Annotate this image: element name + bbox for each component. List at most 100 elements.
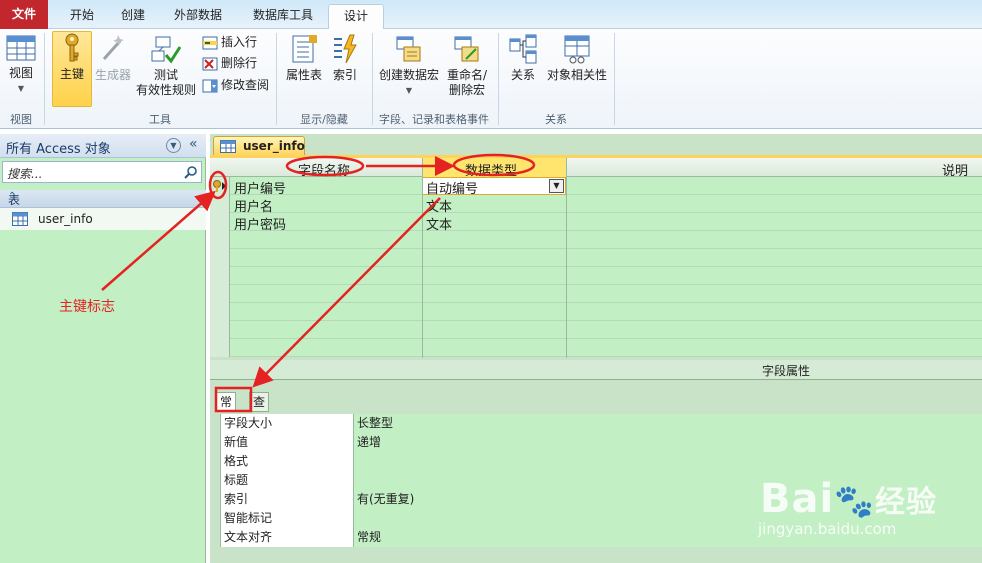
row-selector[interactable]	[210, 321, 230, 339]
group-separator	[498, 33, 499, 125]
table-row-empty[interactable]	[210, 249, 982, 267]
row-selector[interactable]	[210, 195, 230, 213]
tab-home[interactable]: 开始	[58, 4, 106, 29]
rename-macro-label-line2: 删除宏	[448, 83, 485, 97]
tab-design[interactable]: 设计	[328, 4, 384, 30]
modify-lookup-button[interactable]: 修改查阅	[202, 75, 269, 95]
group-separator	[614, 33, 615, 125]
row-selector[interactable]	[210, 285, 230, 303]
delete-row-button[interactable]: 删除行	[202, 53, 257, 73]
validation-check-icon	[151, 36, 182, 64]
design-grid-header: 字段名称 数据类型 说明	[210, 158, 982, 179]
group-label-views: 视图	[10, 113, 32, 126]
property-name: 智能标记	[220, 509, 354, 528]
document-tab-user-info[interactable]: user_info	[213, 136, 305, 156]
table-icon	[220, 140, 236, 153]
property-sheet-label: 属性表	[285, 68, 322, 82]
create-data-macro-button[interactable]: 创建数据宏 ▼	[376, 33, 442, 103]
table-row-empty[interactable]	[210, 267, 982, 285]
row-selector[interactable]	[210, 339, 230, 357]
indexes-label: 索引	[332, 68, 357, 82]
property-row[interactable]: 字段大小 长整型	[220, 414, 982, 433]
nav-header: 所有 Access 对象 ▼ «	[0, 134, 206, 158]
relationships-icon	[509, 34, 537, 64]
property-row[interactable]: 新值 递增	[220, 433, 982, 452]
group-label-relationships: 关系	[545, 113, 567, 126]
tab-file[interactable]: 文件	[0, 0, 48, 29]
property-row[interactable]: 格式	[220, 452, 982, 471]
tab-lookup[interactable]: 查阅	[249, 392, 270, 427]
delete-row-icon	[202, 57, 218, 70]
table-row-empty[interactable]	[210, 231, 982, 249]
watermark-brand-tail: 经验	[875, 485, 938, 520]
group-label-field-events: 字段、记录和表格事件	[379, 113, 489, 126]
annotation-primary-key-label: 主键标志	[59, 299, 115, 315]
table-row-empty[interactable]	[210, 339, 982, 357]
property-value[interactable]: 递增	[354, 433, 982, 452]
object-dependencies-label: 对象相关性	[546, 68, 607, 82]
collapse-pane-icon[interactable]: «	[189, 136, 198, 152]
indexes-button[interactable]: 索引	[328, 33, 362, 93]
nav-search-input[interactable]: 搜索...	[2, 161, 202, 183]
data-type-dropdown-button[interactable]: ▼	[549, 179, 564, 193]
insert-row-button[interactable]: 插入行	[202, 32, 257, 52]
relationships-label: 关系	[510, 68, 535, 82]
object-dependencies-icon	[564, 35, 590, 64]
key-icon	[65, 33, 79, 62]
property-sheet-icon	[292, 35, 317, 63]
table-row-empty[interactable]	[210, 321, 982, 339]
tab-database-tools[interactable]: 数据库工具	[240, 4, 326, 29]
nav-menu-chevron-icon[interactable]: ▼	[166, 138, 181, 153]
rename-delete-macro-button[interactable]: 重命名/ 删除宏	[444, 33, 490, 103]
rename-macro-icon	[454, 36, 479, 62]
property-name: 新值	[220, 433, 354, 452]
watermark-brand: Bai	[760, 476, 835, 522]
primary-key-button[interactable]: 主键	[52, 31, 92, 107]
row-selector[interactable]	[210, 303, 230, 321]
row-selector[interactable]	[210, 231, 230, 249]
watermark-url: jingyan.baidu.com	[758, 520, 897, 538]
nav-title[interactable]: 所有 Access 对象	[6, 138, 111, 157]
tab-external-data[interactable]: 外部数据	[162, 4, 234, 29]
modify-lookup-label: 修改查阅	[221, 78, 270, 92]
nav-search-placeholder: 搜索...	[7, 167, 43, 181]
row-selector[interactable]	[210, 213, 230, 231]
group-separator	[276, 33, 277, 125]
ribbon: 视图 ▼ 视图 主键 生成器 测试 有效性规则 插入行 删除行 修改查阅 工具 …	[0, 29, 982, 129]
column-divider	[422, 158, 423, 358]
primary-key-marker-icon	[213, 180, 226, 192]
table-row[interactable]: 用户密码 文本	[210, 213, 982, 233]
property-sheet-button[interactable]: 属性表	[282, 33, 326, 93]
view-label: 视图	[8, 66, 33, 80]
tab-create[interactable]: 创建	[110, 4, 156, 29]
property-value[interactable]: 长整型	[354, 414, 982, 433]
delete-row-label: 删除行	[221, 56, 258, 70]
table-row-empty[interactable]	[210, 285, 982, 303]
view-button[interactable]: 视图 ▼	[2, 33, 40, 97]
nav-item-label: user_info	[38, 212, 93, 226]
paw-icon: 🐾	[834, 482, 876, 520]
nav-group-tables[interactable]: 表 ⌃	[0, 190, 206, 208]
builder-button[interactable]: 生成器	[94, 33, 132, 93]
document-tab-label: user_info	[243, 139, 305, 153]
row-selector[interactable]	[210, 249, 230, 267]
chevron-down-icon: ▼	[405, 86, 413, 95]
insert-row-label: 插入行	[221, 35, 258, 49]
object-dependencies-button[interactable]: 对象相关性	[544, 33, 610, 93]
table-row[interactable]: 用户名 文本	[210, 195, 982, 215]
ribbon-tabs: 文件 开始 创建 外部数据 数据库工具 设计	[0, 0, 982, 30]
table-row-empty[interactable]	[210, 303, 982, 321]
row-selector[interactable]	[210, 177, 230, 195]
search-icon[interactable]	[184, 165, 198, 179]
tab-general[interactable]: 常规	[216, 392, 237, 427]
table-row[interactable]: 用户编号 自动编号 ▼	[210, 177, 982, 197]
property-name: 字段大小	[220, 414, 354, 433]
test-validation-button[interactable]: 测试 有效性规则	[134, 33, 198, 105]
nav-item-user-info[interactable]: user_info	[0, 208, 206, 230]
rename-macro-label-line1: 重命名/	[446, 68, 488, 82]
row-selector[interactable]	[210, 267, 230, 285]
property-value[interactable]	[354, 452, 982, 471]
chevron-up-icon: ⌃	[8, 191, 17, 202]
relationships-button[interactable]: 关系	[504, 33, 542, 93]
property-name: 文本对齐	[220, 528, 354, 547]
